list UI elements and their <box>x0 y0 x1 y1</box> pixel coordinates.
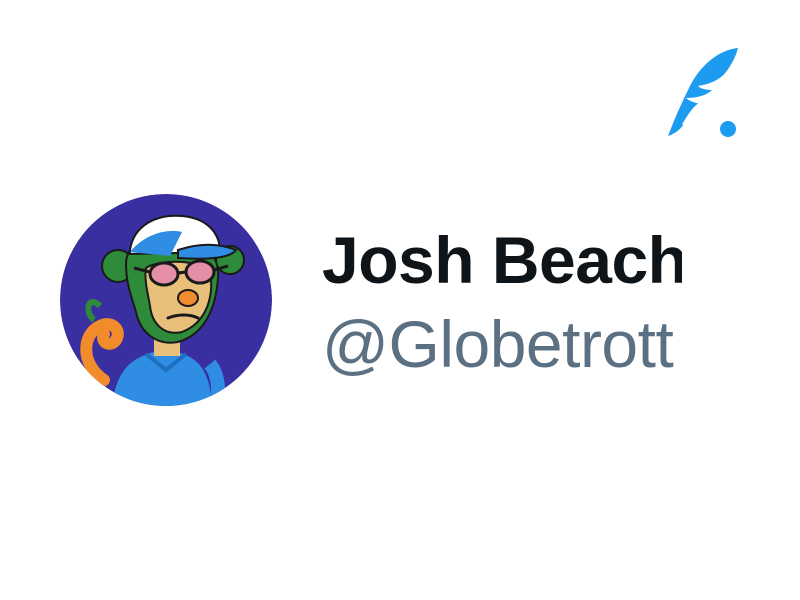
profile-card: Josh Beach @Globetrott <box>0 0 800 600</box>
avatar[interactable] <box>60 194 272 406</box>
ape-avatar-icon <box>60 194 272 406</box>
user-handle[interactable]: @Globetrott <box>322 302 682 386</box>
feather-logo-icon <box>668 48 738 137</box>
name-block: Josh Beach @Globetrott <box>322 218 682 386</box>
display-name[interactable]: Josh Beach <box>322 218 682 302</box>
